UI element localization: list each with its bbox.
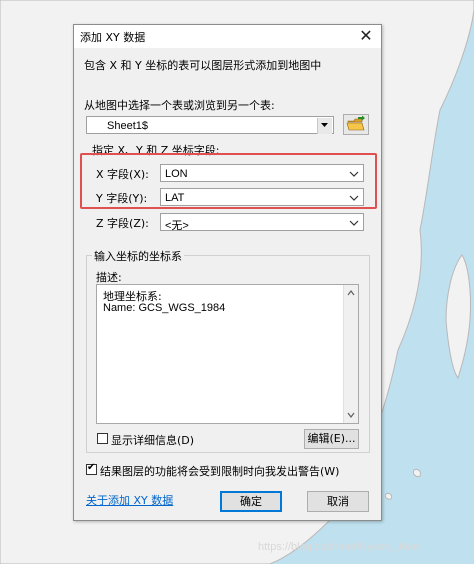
close-button[interactable]: ✕	[357, 27, 375, 45]
open-folder-icon	[346, 115, 365, 131]
chevron-down-icon	[349, 220, 359, 226]
table-select-value: Sheet1$	[107, 120, 148, 132]
highlight-annotation	[80, 153, 377, 209]
small-island	[413, 469, 421, 477]
table-select-dropdown[interactable]	[317, 118, 332, 134]
description-label: 描述:	[96, 271, 122, 284]
checkmark-icon: ✔	[87, 462, 96, 473]
warning-checkbox[interactable]: ✔	[86, 462, 97, 475]
choose-table-label: 从地图中选择一个表或浏览到另一个表:	[84, 99, 275, 112]
z-field-value: <无>	[165, 220, 189, 232]
table-select[interactable]: Sheet1$	[86, 116, 334, 134]
edit-button[interactable]: 编辑(E)...	[304, 429, 359, 449]
scroll-down-icon[interactable]	[347, 411, 355, 419]
show-details-label[interactable]: 显示详细信息(D)	[111, 432, 194, 448]
intro-text: 包含 X 和 Y 坐标的表可以图层形式添加到地图中	[84, 59, 322, 72]
add-xy-data-dialog: 添加 XY 数据 ✕ 包含 X 和 Y 坐标的表可以图层形式添加到地图中 从地图…	[73, 24, 382, 521]
description-textarea[interactable]: 地理坐标系: Name: GCS_WGS_1984	[96, 284, 359, 424]
z-field-label: Z 字段(Z):	[96, 217, 149, 230]
caret-down-icon	[321, 123, 328, 127]
description-line: Name: GCS_WGS_1984	[103, 302, 226, 314]
watermark: https://blog.csdn.net/Kyson_Joke	[258, 541, 420, 553]
scroll-up-icon[interactable]	[347, 289, 355, 297]
coordinate-system-caption: 输入坐标的坐标系	[92, 248, 184, 264]
warning-label[interactable]: 结果图层的功能将会受到限制时向我发出警告(W)	[100, 463, 339, 479]
cancel-button[interactable]: 取消	[307, 491, 369, 512]
z-field-select[interactable]: <无>	[160, 213, 364, 232]
show-details-checkbox[interactable]	[97, 433, 108, 444]
browse-button[interactable]	[343, 114, 369, 135]
dialog-title: 添加 XY 数据	[80, 31, 146, 44]
small-island	[384, 493, 393, 500]
description-scrollbar[interactable]	[343, 285, 358, 423]
about-add-xy-link[interactable]: 关于添加 XY 数据	[86, 492, 173, 508]
ok-button[interactable]: 确定	[220, 491, 282, 512]
titlebar: 添加 XY 数据 ✕	[74, 25, 381, 48]
